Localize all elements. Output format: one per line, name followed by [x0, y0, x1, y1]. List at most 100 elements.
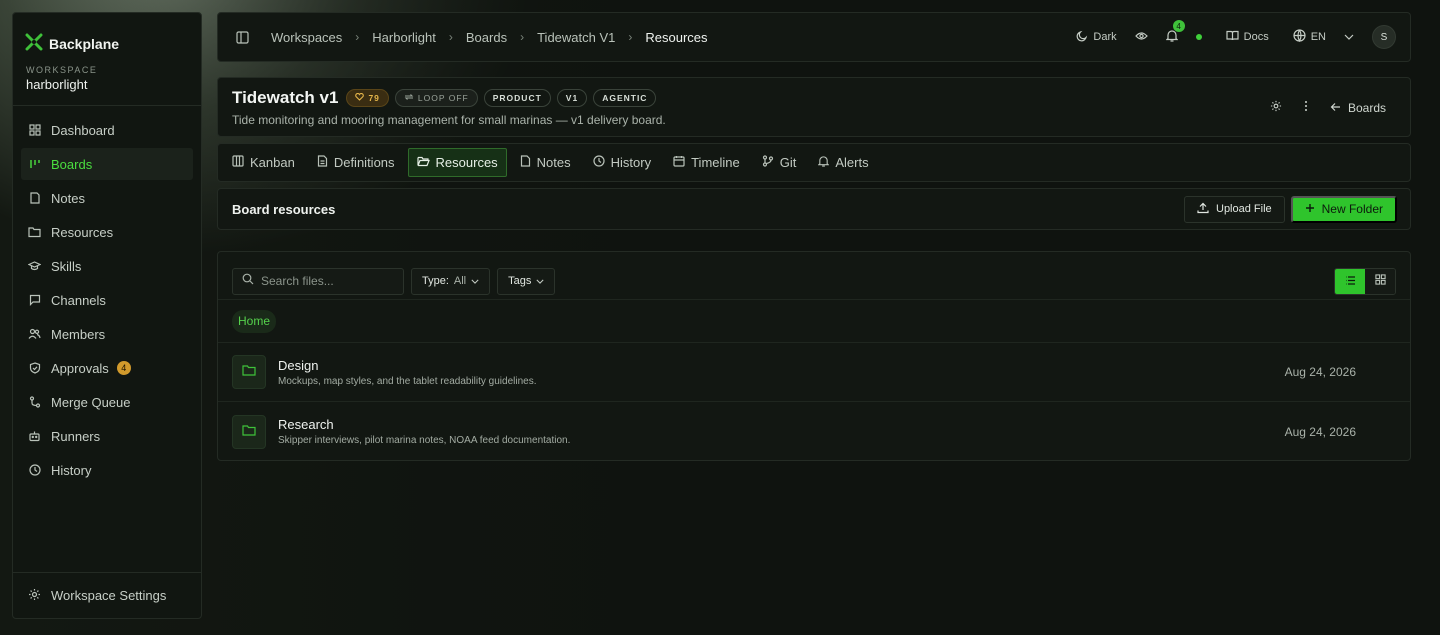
docs-button[interactable]: Docs: [1226, 30, 1269, 44]
board-settings-icon[interactable]: [1270, 100, 1282, 115]
sidebar-item-label: History: [51, 462, 92, 478]
tab-label: Kanban: [250, 155, 295, 170]
sidebar-item-channels[interactable]: Channels: [21, 284, 193, 316]
back-to-boards-button[interactable]: Boards: [1330, 101, 1386, 115]
sidebar-item-merge-queue[interactable]: Merge Queue: [21, 386, 193, 418]
clock-icon: [28, 464, 41, 477]
folder-row-design[interactable]: Design Mockups, map styles, and the tabl…: [218, 343, 1410, 402]
folder-path: Home: [218, 300, 1410, 343]
chevron-down-icon[interactable]: [1344, 31, 1354, 43]
search-box[interactable]: [232, 267, 404, 295]
sidebar-item-history[interactable]: History: [21, 454, 193, 486]
sidebar-item-members[interactable]: Members: [21, 318, 193, 350]
upload-label: Upload File: [1216, 203, 1272, 215]
grid-view-button[interactable]: [1365, 268, 1395, 294]
sidebar-item-boards[interactable]: Boards: [21, 148, 193, 180]
theme-toggle-button[interactable]: Dark: [1076, 30, 1117, 45]
new-folder-label: New Folder: [1321, 202, 1383, 216]
tab-notes[interactable]: Notes: [511, 148, 580, 177]
tags-filter-dropdown[interactable]: Tags: [497, 267, 556, 295]
sidebar-toggle-icon[interactable]: [236, 30, 249, 44]
chevron-right-icon: ›: [520, 30, 525, 44]
heart-icon: [355, 92, 365, 103]
theme-label: Dark: [1093, 31, 1117, 43]
score-value: 79: [368, 93, 380, 103]
workspace-label: WORKSPACE: [26, 65, 98, 75]
chevron-right-icon: ›: [355, 30, 360, 44]
folder-name: Design: [278, 357, 319, 373]
chevron-right-icon: ›: [448, 30, 453, 44]
tags-filter-label: Tags: [508, 275, 532, 287]
plus-icon: [1305, 202, 1315, 216]
tab-timeline[interactable]: Timeline: [664, 148, 749, 177]
eye-icon: [1134, 31, 1148, 44]
folder-icon: [242, 363, 256, 381]
resources-title: Board resources: [232, 201, 336, 217]
columns-icon: [232, 155, 244, 170]
tab-definitions[interactable]: Definitions: [308, 148, 404, 177]
view-toggle: [1334, 267, 1396, 295]
sidebar-item-label: Approvals: [51, 360, 109, 376]
brand[interactable]: Backplane: [13, 13, 201, 61]
tab-alerts[interactable]: Alerts: [809, 148, 877, 177]
type-filter-dropdown[interactable]: Type: All: [411, 267, 491, 295]
more-vertical-icon[interactable]: [1304, 100, 1308, 115]
topbar: Workspaces › Harborlight › Boards › Tide…: [217, 12, 1411, 62]
sidebar-item-notes[interactable]: Notes: [21, 182, 193, 214]
breadcrumb-harborlight[interactable]: Harborlight: [372, 30, 436, 45]
sidebar-item-dashboard[interactable]: Dashboard: [21, 114, 193, 146]
upload-file-button[interactable]: Upload File: [1184, 195, 1285, 223]
gear-icon: [28, 588, 41, 604]
folder-row-research[interactable]: Research Skipper interviews, pilot marin…: [218, 402, 1410, 461]
note-icon: [28, 192, 41, 205]
tab-history[interactable]: History: [584, 148, 660, 177]
book-icon: [1226, 30, 1239, 44]
grid-icon: [28, 124, 41, 137]
tag-agentic: AGENTIC: [593, 89, 657, 107]
list-view-button[interactable]: [1335, 268, 1365, 294]
moon-icon: [1076, 30, 1088, 45]
breadcrumb-board[interactable]: Tidewatch V1: [537, 30, 615, 45]
breadcrumb-workspaces[interactable]: Workspaces: [271, 30, 342, 45]
tab-git[interactable]: Git: [753, 148, 806, 177]
breadcrumb-boards[interactable]: Boards: [466, 30, 507, 45]
notifications-button[interactable]: 4: [1165, 20, 1185, 45]
search-input[interactable]: [261, 274, 391, 288]
git-merge-icon: [28, 396, 41, 409]
tab-resources[interactable]: Resources: [407, 148, 507, 177]
new-folder-button[interactable]: New Folder: [1290, 195, 1397, 223]
workspace-settings-label: Workspace Settings: [51, 588, 167, 603]
tab-label: Alerts: [835, 155, 869, 170]
sidebar-item-skills[interactable]: Skills: [21, 250, 193, 282]
brand-name: Backplane: [49, 36, 120, 52]
folder-date: Aug 24, 2026: [1284, 365, 1356, 379]
sidebar-item-resources[interactable]: Resources: [21, 216, 193, 248]
bot-icon: [28, 430, 41, 443]
board-description: Tide monitoring and mooring management f…: [232, 113, 666, 127]
approvals-count-badge: 4: [116, 361, 131, 375]
folder-icon: [242, 423, 256, 441]
filter-row: Type: All Tags: [218, 252, 1410, 300]
tab-label: Definitions: [333, 155, 395, 170]
online-status-dot: [1195, 34, 1202, 40]
repeat-icon: [404, 93, 414, 103]
loop-toggle[interactable]: LOOP OFF: [394, 89, 478, 107]
sidebar-item-label: Dashboard: [51, 122, 115, 138]
sidebar-item-label: Boards: [51, 156, 93, 172]
workspace-settings-button[interactable]: Workspace Settings: [13, 572, 201, 618]
tab-kanban[interactable]: Kanban: [223, 148, 304, 177]
users-icon: [28, 328, 41, 341]
chevron-right-icon: ›: [628, 30, 633, 44]
docs-label: Docs: [1243, 31, 1269, 43]
language-select[interactable]: EN: [1293, 29, 1326, 45]
sidebar-item-runners[interactable]: Runners: [21, 420, 193, 452]
path-home[interactable]: Home: [232, 309, 277, 333]
sidebar-item-approvals[interactable]: Approvals 4: [21, 352, 193, 384]
visibility-button[interactable]: [1134, 31, 1148, 44]
tag-v1: V1: [556, 89, 588, 107]
tag-product: PRODUCT: [483, 89, 551, 107]
breadcrumb-current: Resources: [645, 29, 708, 45]
back-label: Boards: [1347, 100, 1386, 115]
avatar[interactable]: S: [1372, 25, 1396, 49]
workspace-name[interactable]: harborlight: [13, 75, 201, 99]
